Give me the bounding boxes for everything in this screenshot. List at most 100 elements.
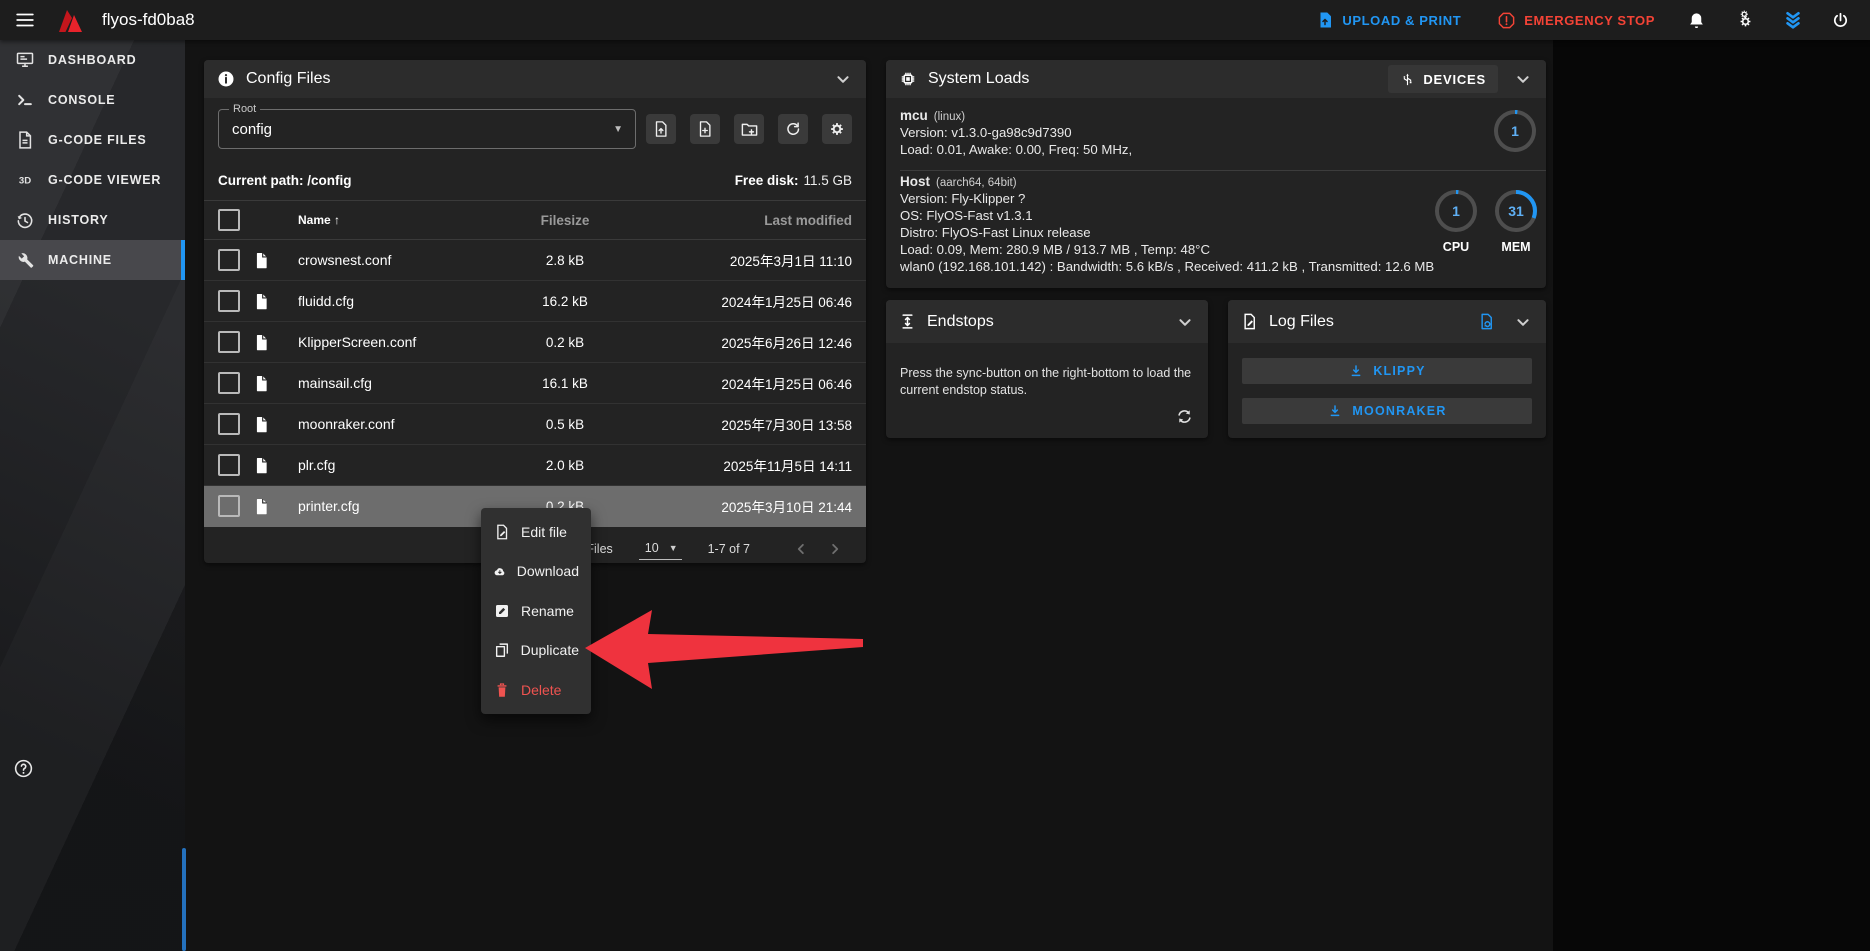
- collapse-chevron-icon[interactable]: [1174, 311, 1196, 333]
- sort-asc-icon: ↑: [334, 213, 340, 227]
- select-caret-icon: ▼: [613, 124, 623, 135]
- brand-logo: [54, 6, 88, 34]
- table-row[interactable]: KlipperScreen.conf 0.2 kB 2025年6月26日 12:…: [204, 322, 866, 363]
- log-files-panel: Log Files KLIPPY MOONRAKER: [1228, 300, 1546, 438]
- klippy-log-button[interactable]: KLIPPY: [1242, 358, 1532, 384]
- sidebar-item-gcode-files[interactable]: G-CODE FILES: [0, 120, 185, 160]
- sync-button[interactable]: [1175, 407, 1194, 426]
- upload-and-print-button[interactable]: UPLOAD & PRINT: [1310, 7, 1467, 33]
- context-duplicate[interactable]: Duplicate: [481, 631, 591, 671]
- table-row[interactable]: fluidd.cfg 16.2 kB 2024年1月25日 06:46: [204, 281, 866, 322]
- panel-title: Log Files: [1269, 313, 1334, 331]
- notifications-bell-icon[interactable]: [1685, 9, 1708, 32]
- column-last-modified[interactable]: Last modified: [650, 213, 866, 228]
- file-context-menu: Edit file Download Rename Duplicate Dele…: [481, 508, 591, 714]
- settings-gear-button[interactable]: [822, 114, 852, 144]
- sidebar-item-dashboard[interactable]: DASHBOARD: [0, 40, 185, 80]
- table-row[interactable]: crowsnest.conf 2.8 kB 2025年3月1日 11:10: [204, 240, 866, 281]
- column-filesize[interactable]: Filesize: [480, 213, 650, 228]
- next-page-button[interactable]: [818, 536, 852, 562]
- row-checkbox[interactable]: [218, 495, 240, 517]
- dashboard-icon: [13, 50, 37, 70]
- collapse-chevron-icon[interactable]: [1512, 311, 1534, 333]
- mem-gauge-label: MEM: [1493, 240, 1539, 254]
- upload-file-button[interactable]: [646, 114, 676, 144]
- context-download[interactable]: Download: [481, 552, 591, 592]
- sidebar-item-machine[interactable]: MACHINE: [0, 240, 185, 280]
- row-checkbox[interactable]: [218, 290, 240, 312]
- system-loads-panel: System Loads DEVICES mcu(linux) Version:…: [886, 60, 1546, 288]
- file-icon: [252, 497, 271, 516]
- free-disk: Free disk:11.5 GB: [735, 173, 852, 188]
- table-row[interactable]: plr.cfg 2.0 kB 2025年11月5日 14:11: [204, 445, 866, 486]
- wrench-icon: [13, 250, 37, 270]
- edit-file-icon: [493, 523, 511, 541]
- devices-button[interactable]: DEVICES: [1388, 65, 1498, 93]
- collapse-chevron-icon[interactable]: [832, 68, 854, 90]
- file-icon: [252, 251, 271, 270]
- row-checkbox[interactable]: [218, 249, 240, 271]
- download-icon: [1327, 403, 1343, 419]
- layers-update-icon[interactable]: [1781, 8, 1805, 32]
- menu-icon[interactable]: [14, 9, 36, 31]
- file-icon: [252, 456, 271, 475]
- power-icon[interactable]: [1829, 9, 1852, 32]
- usb-icon: [1400, 72, 1415, 87]
- row-checkbox[interactable]: [218, 454, 240, 476]
- endstops-header: Endstops: [886, 300, 1208, 343]
- current-path: Current path: /config: [218, 173, 352, 188]
- sidebar-item-history[interactable]: HISTORY: [0, 200, 185, 240]
- file-icon: [252, 333, 271, 352]
- config-files-header: Config Files: [204, 60, 866, 98]
- root-select[interactable]: Root config ▼: [218, 109, 636, 149]
- sidebar-scrollbar[interactable]: [182, 848, 186, 951]
- sidebar-item-gcode-viewer[interactable]: 3D G-CODE VIEWER: [0, 160, 185, 200]
- pagination-range: 1-7 of 7: [708, 542, 750, 556]
- console-icon: [13, 90, 37, 110]
- config-files-panel: Config Files Root config ▼ Current path:…: [204, 60, 866, 563]
- file-icon: [252, 415, 271, 434]
- select-all-checkbox[interactable]: [218, 209, 240, 231]
- sidebar-item-console[interactable]: CONSOLE: [0, 80, 185, 120]
- svg-text:1: 1: [1511, 123, 1519, 139]
- help-icon[interactable]: [13, 758, 34, 779]
- file-refresh-icon[interactable]: [1477, 312, 1496, 331]
- context-edit-file[interactable]: Edit file: [481, 512, 591, 552]
- svg-text:1: 1: [1452, 203, 1460, 219]
- file-upload-icon: [1316, 11, 1334, 29]
- services-gears-icon[interactable]: [1732, 8, 1757, 33]
- table-row[interactable]: moonraker.conf 0.5 kB 2025年7月30日 13:58: [204, 404, 866, 445]
- svg-text:3D: 3D: [19, 175, 31, 186]
- panel-title: Endstops: [927, 313, 994, 331]
- panel-title: Config Files: [246, 70, 330, 88]
- create-file-button[interactable]: [690, 114, 720, 144]
- svg-text:31: 31: [1508, 203, 1524, 219]
- refresh-button[interactable]: [778, 114, 808, 144]
- cpu-gauge: 1: [1433, 188, 1479, 234]
- previous-page-button[interactable]: [784, 536, 818, 562]
- cpu-gauge-label: CPU: [1433, 240, 1479, 254]
- system-loads-header: System Loads DEVICES: [886, 60, 1546, 98]
- moonraker-log-button[interactable]: MOONRAKER: [1242, 398, 1532, 424]
- row-checkbox[interactable]: [218, 413, 240, 435]
- history-clock-icon: [13, 210, 37, 230]
- per-page-select[interactable]: 10 ▼: [639, 539, 682, 560]
- context-rename[interactable]: Rename: [481, 591, 591, 631]
- row-checkbox[interactable]: [218, 331, 240, 353]
- printer-name: flyos-fd0ba8: [102, 10, 195, 30]
- table-row[interactable]: mainsail.cfg 16.1 kB 2024年1月25日 06:46: [204, 363, 866, 404]
- create-folder-button[interactable]: [734, 114, 764, 144]
- mcu-load-gauge: 1: [1492, 108, 1538, 154]
- row-checkbox[interactable]: [218, 372, 240, 394]
- host-os: OS: FlyOS-Fast v1.3.1: [900, 207, 1033, 224]
- column-name[interactable]: Name ↑: [290, 213, 480, 227]
- top-bar: flyos-fd0ba8 UPLOAD & PRINT EMERGENCY ST…: [0, 0, 1870, 40]
- collapse-chevron-icon[interactable]: [1512, 68, 1534, 90]
- 3d-viewer-icon: 3D: [13, 170, 37, 190]
- emergency-stop-button[interactable]: EMERGENCY STOP: [1491, 7, 1661, 34]
- copy-icon: [493, 641, 511, 659]
- alert-octagon-icon: [1497, 11, 1516, 30]
- context-delete[interactable]: Delete: [481, 670, 591, 710]
- host-load: Load: 0.09, Mem: 280.9 MB / 913.7 MB , T…: [900, 241, 1210, 258]
- mcu-version: Version: v1.3.0-ga98c9d7390: [900, 124, 1072, 141]
